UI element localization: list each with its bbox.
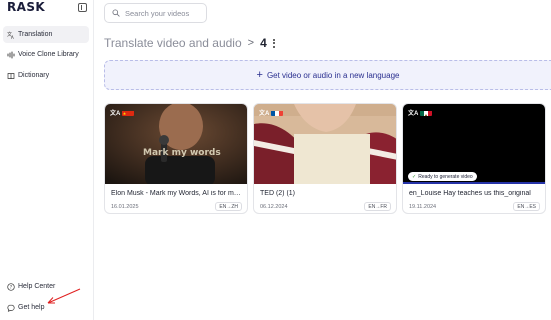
sidebar-item-label: Voice Clone Library	[18, 50, 79, 58]
plus-icon: +	[256, 69, 263, 81]
translate-icon: 文A	[408, 111, 419, 117]
new-language-label: Get video or audio in a new language	[266, 70, 400, 80]
book-icon	[7, 72, 15, 80]
card-title: TED (2) (1)	[260, 190, 295, 197]
sidebar-item-label: Get help	[18, 303, 45, 311]
language-pair-badge: EN→ES	[513, 202, 540, 211]
translate-icon: 文A	[259, 111, 270, 117]
rask-logo[interactable]: RASK	[7, 1, 45, 13]
sidebar-item-label: Dictionary	[18, 71, 50, 79]
voice-wave-icon	[7, 51, 15, 59]
progress-line	[403, 182, 545, 184]
breadcrumb-section[interactable]: Translate video and audio	[104, 36, 242, 50]
video-thumbnail[interactable]: 文A Mark my words	[105, 104, 247, 184]
subtitle-overlay: Mark my words	[143, 148, 221, 158]
more-options-icon[interactable]	[272, 38, 275, 48]
new-language-button[interactable]: + Get video or audio in a new language	[104, 60, 551, 90]
language-pair-badge: EN→FR	[364, 202, 391, 211]
checkmark-icon: ✓	[412, 173, 417, 180]
video-card[interactable]: 文A Mark my words Elon Musk - Mark my Wor…	[104, 103, 248, 214]
card-title: en_Louise Hay teaches us this_original	[409, 190, 531, 197]
sidebar-item-help-center[interactable]: ? Help Center	[3, 278, 89, 295]
china-flag-icon	[122, 107, 134, 116]
search-input[interactable]	[125, 8, 203, 18]
search-box[interactable]	[104, 3, 207, 23]
translate-icon: 文A	[7, 31, 15, 39]
breadcrumb: Translate video and audio > 4	[104, 35, 275, 51]
help-circle-icon: ?	[7, 282, 15, 291]
video-card[interactable]: 文A ✓ Ready to generate video en_Louise H…	[402, 103, 546, 214]
sidebar-item-dictionary[interactable]: Dictionary	[3, 67, 89, 84]
sidebar: RASK 文A Translation Voice Clone Library …	[0, 0, 94, 320]
sidebar-item-translation[interactable]: 文A Translation	[3, 26, 89, 43]
video-count: 4	[260, 36, 267, 50]
video-card[interactable]: 文A TED (2) (1) 06.12.2024 EN→FR	[253, 103, 397, 214]
card-date: 16.01.2025	[111, 204, 139, 210]
mexico-flag-icon	[420, 107, 432, 116]
sidebar-item-label: Translation	[18, 30, 53, 38]
status-label: Ready to generate video	[418, 173, 473, 180]
card-date: 06.12.2024	[260, 204, 288, 210]
sidebar-item-voice-clone-library[interactable]: Voice Clone Library	[3, 46, 89, 63]
sidebar-item-get-help[interactable]: Get help	[3, 299, 89, 316]
card-date: 19.11.2024	[409, 204, 437, 210]
breadcrumb-separator: >	[247, 37, 255, 49]
sidebar-collapse-icon[interactable]	[78, 3, 87, 12]
translate-icon: 文A	[110, 111, 121, 117]
svg-text:A: A	[11, 35, 14, 39]
sidebar-item-label: Help Center	[18, 282, 56, 290]
video-thumbnail[interactable]: 文A	[254, 104, 396, 184]
chat-bubble-icon	[7, 304, 15, 312]
status-badge: ✓ Ready to generate video	[408, 172, 477, 181]
video-thumbnail[interactable]: 文A ✓ Ready to generate video	[403, 104, 545, 184]
language-pair-badge: EN→ZH	[215, 202, 242, 211]
card-title: Elon Musk - Mark my Words, AI is for mor…	[111, 190, 243, 197]
france-flag-icon	[271, 107, 283, 116]
search-icon	[112, 9, 120, 17]
